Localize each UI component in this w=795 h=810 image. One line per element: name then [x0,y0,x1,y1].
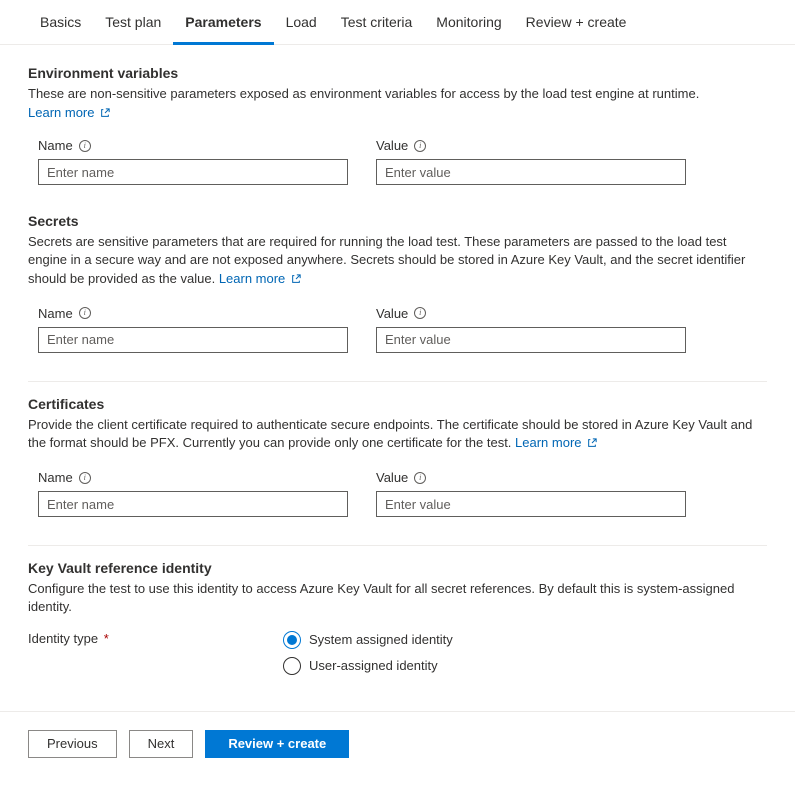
radio-system-label: System assigned identity [309,632,453,647]
secrets-title: Secrets [28,213,767,229]
tab-test-criteria[interactable]: Test criteria [329,0,425,45]
secrets-value-input[interactable] [376,327,686,353]
env-name-label-text: Name [38,138,73,153]
external-link-icon [291,274,301,284]
certs-name-label-text: Name [38,470,73,485]
info-icon[interactable]: i [414,140,426,152]
kv-desc: Configure the test to use this identity … [28,580,767,616]
env-learn-more-link[interactable]: Learn more [28,105,110,120]
certs-name-label: Name i [28,470,338,485]
certs-learn-more-text: Learn more [515,435,581,450]
certs-value-input[interactable] [376,491,686,517]
section-certificates: Certificates Provide the client certific… [28,396,767,517]
tab-parameters[interactable]: Parameters [173,0,273,45]
tab-test-plan[interactable]: Test plan [93,0,173,45]
tabs-bar: Basics Test plan Parameters Load Test cr… [0,0,795,45]
identity-type-text: Identity type [28,631,98,646]
certs-desc: Provide the client certificate required … [28,416,767,452]
secrets-learn-more-text: Learn more [219,271,285,286]
next-button[interactable]: Next [129,730,194,758]
certs-title: Certificates [28,396,767,412]
secrets-name-input[interactable] [38,327,348,353]
radio-user-label: User-assigned identity [309,658,438,673]
identity-type-radio-group: System assigned identity User-assigned i… [283,631,453,675]
secrets-desc: Secrets are sensitive parameters that ar… [28,233,767,288]
secrets-value-label: Value i [366,306,676,321]
env-value-input[interactable] [376,159,686,185]
secrets-value-label-text: Value [376,306,408,321]
info-icon[interactable]: i [79,307,91,319]
info-icon[interactable]: i [414,307,426,319]
certs-value-label: Value i [366,470,676,485]
tab-review-create[interactable]: Review + create [514,0,639,45]
env-value-label-text: Value [376,138,408,153]
radio-system-assigned[interactable]: System assigned identity [283,631,453,649]
tab-monitoring[interactable]: Monitoring [424,0,513,45]
env-name-input[interactable] [38,159,348,185]
external-link-icon [100,108,110,118]
section-key-vault: Key Vault reference identity Configure t… [28,560,767,674]
previous-button[interactable]: Previous [28,730,117,758]
required-asterisk: * [100,631,109,646]
tab-load[interactable]: Load [274,0,329,45]
section-env-vars: Environment variables These are non-sens… [28,65,767,185]
secrets-learn-more-link[interactable]: Learn more [219,271,301,286]
secrets-name-label: Name i [28,306,338,321]
env-title: Environment variables [28,65,767,81]
certs-value-label-text: Value [376,470,408,485]
certs-name-input[interactable] [38,491,348,517]
certs-learn-more-link[interactable]: Learn more [515,435,597,450]
kv-title: Key Vault reference identity [28,560,767,576]
footer-actions: Previous Next Review + create [0,711,795,776]
env-learn-more-text: Learn more [28,105,94,120]
divider [28,381,767,382]
secrets-desc-text: Secrets are sensitive parameters that ar… [28,234,745,285]
external-link-icon [587,438,597,448]
env-desc: These are non-sensitive parameters expos… [28,85,767,103]
radio-icon [283,631,301,649]
info-icon[interactable]: i [79,472,91,484]
review-create-button[interactable]: Review + create [205,730,349,758]
info-icon[interactable]: i [79,140,91,152]
section-secrets: Secrets Secrets are sensitive parameters… [28,213,767,353]
secrets-name-label-text: Name [38,306,73,321]
env-value-label: Value i [366,138,676,153]
certs-desc-text: Provide the client certificate required … [28,417,752,450]
identity-type-label: Identity type * [28,631,283,646]
tab-basics[interactable]: Basics [28,0,93,45]
divider [28,545,767,546]
env-name-label: Name i [28,138,338,153]
info-icon[interactable]: i [414,472,426,484]
radio-user-assigned[interactable]: User-assigned identity [283,657,453,675]
radio-icon [283,657,301,675]
